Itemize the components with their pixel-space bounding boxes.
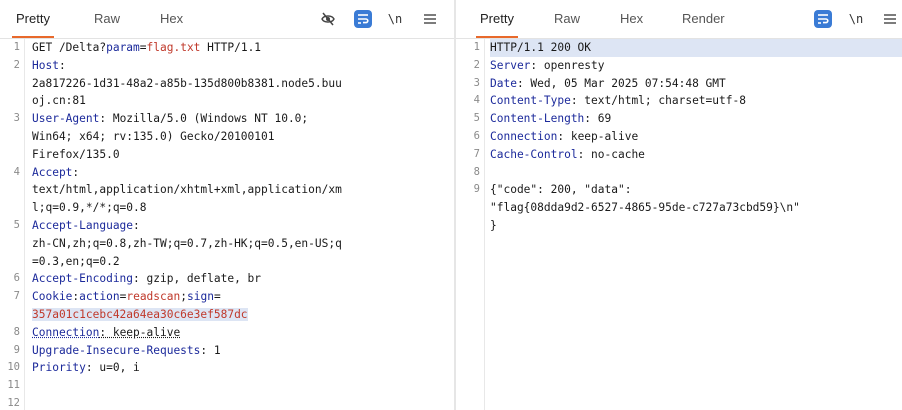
- tab-raw[interactable]: Raw: [94, 10, 120, 28]
- newline-toggle[interactable]: \n: [846, 9, 866, 29]
- tab-hex[interactable]: Hex: [620, 10, 643, 28]
- header-content-type: Content-Type: text/html; charset=utf-8: [490, 92, 746, 110]
- line-number: 6: [460, 128, 480, 146]
- line-number: 8: [0, 324, 20, 342]
- header-connection: Connection: keep-alive: [490, 128, 638, 146]
- request-editor[interactable]: 1 2 3 4 5 6 7 8 9 10 11 12 GET /Delta?pa…: [0, 39, 454, 410]
- line-number: 5: [0, 217, 20, 235]
- line-number: 10: [0, 359, 20, 377]
- line-number: 4: [0, 164, 20, 182]
- hamburger-menu-icon[interactable]: [420, 9, 440, 29]
- header-value: text/html,application/xhtml+xml,applicat…: [32, 181, 342, 199]
- cookie-sign-value: 357a01c1cebc42a64ea30c6e3ef587dc: [32, 306, 248, 324]
- line-number: 7: [0, 288, 20, 306]
- line-number: 7: [460, 146, 480, 164]
- format-icon[interactable]: [354, 10, 372, 28]
- line-number: 9: [460, 181, 480, 199]
- header-cookie: Cookie:action=readscan;sign=: [32, 288, 221, 306]
- line-number: 9: [0, 342, 20, 360]
- line-number: 3: [0, 110, 20, 128]
- request-pane: Pretty Raw Hex \n 1 2 3 4 5 6 7 8 9 10 1…: [0, 0, 454, 410]
- request-line: GET /Delta?param=flag.txt HTTP/1.1: [32, 39, 261, 57]
- header-value: 2a817226-1d31-48a2-a85b-135d800b8381.nod…: [32, 75, 342, 93]
- status-line: HTTP/1.1 200 OK: [490, 39, 902, 57]
- response-body-flag: "flag{08dda9d2-6527-4865-95de-c727a73cbd…: [490, 199, 800, 217]
- line-number: 12: [0, 395, 20, 410]
- tab-pretty[interactable]: Pretty: [480, 10, 514, 28]
- header-value: zh-CN,zh;q=0.8,zh-TW;q=0.7,zh-HK;q=0.5,e…: [32, 235, 342, 253]
- header-value: l;q=0.9,*/*;q=0.8: [32, 199, 147, 217]
- response-editor[interactable]: 1 2 3 4 5 6 7 8 9 HTTP/1.1 200 OK Server…: [456, 39, 902, 410]
- line-number: 11: [0, 377, 20, 395]
- header-host: Host:: [32, 57, 66, 75]
- line-number: 4: [460, 92, 480, 110]
- line-number: 2: [460, 57, 480, 75]
- tab-render[interactable]: Render: [682, 10, 725, 28]
- header-value: Firefox/135.0: [32, 146, 120, 164]
- line-number: 3: [460, 75, 480, 93]
- line-number: 8: [460, 164, 480, 182]
- http-message-viewer: Pretty Raw Hex \n 1 2 3 4 5 6 7 8 9 10 1…: [0, 0, 902, 410]
- header-accept: Accept:: [32, 164, 79, 182]
- header-date: Date: Wed, 05 Mar 2025 07:54:48 GMT: [490, 75, 726, 93]
- header-priority: Priority: u=0, i: [32, 359, 140, 377]
- line-number: 1: [0, 39, 20, 57]
- response-pane: Pretty Raw Hex Render \n 1 2 3 4 5 6 7 8…: [456, 0, 902, 410]
- header-cache-control: Cache-Control: no-cache: [490, 146, 645, 164]
- hamburger-menu-icon[interactable]: [880, 9, 900, 29]
- newline-toggle[interactable]: \n: [385, 9, 405, 29]
- request-tabbar: Pretty Raw Hex \n: [0, 0, 454, 39]
- tab-raw[interactable]: Raw: [554, 10, 580, 28]
- line-number: 2: [0, 57, 20, 75]
- header-connection: Connection: keep-alive: [32, 324, 180, 342]
- response-body: {"code": 200, "data":: [490, 181, 631, 199]
- line-number: 1: [460, 39, 480, 57]
- line-number: 6: [0, 270, 20, 288]
- tab-hex[interactable]: Hex: [160, 10, 183, 28]
- format-icon[interactable]: [814, 10, 832, 28]
- header-content-length: Content-Length: 69: [490, 110, 611, 128]
- header-value: Win64; x64; rv:135.0) Gecko/20100101: [32, 128, 274, 146]
- header-user-agent: User-Agent: Mozilla/5.0 (Windows NT 10.0…: [32, 110, 308, 128]
- header-upgrade-insecure-requests: Upgrade-Insecure-Requests: 1: [32, 342, 221, 360]
- response-body-close: }: [490, 217, 497, 235]
- response-tabbar: Pretty Raw Hex Render \n: [456, 0, 902, 39]
- line-number: 5: [460, 110, 480, 128]
- header-accept-encoding: Accept-Encoding: gzip, deflate, br: [32, 270, 261, 288]
- header-accept-language: Accept-Language:: [32, 217, 140, 235]
- header-server: Server: openresty: [490, 57, 605, 75]
- hide-whitespace-icon[interactable]: [318, 9, 338, 29]
- header-value: =0.3,en;q=0.2: [32, 253, 120, 271]
- tab-pretty[interactable]: Pretty: [16, 10, 50, 28]
- header-value: oj.cn:81: [32, 92, 86, 110]
